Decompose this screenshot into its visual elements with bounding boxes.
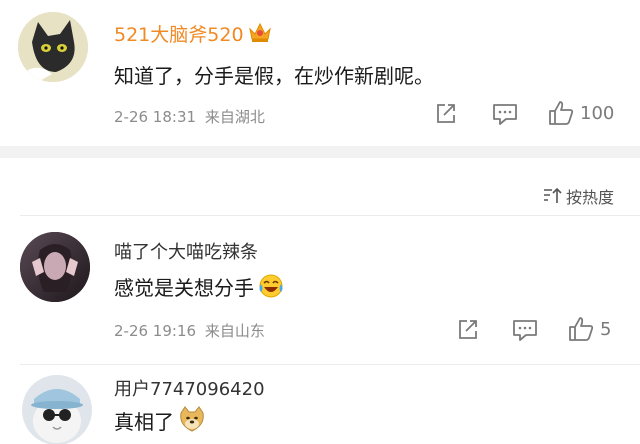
sort-by-hot-button[interactable]: 按热度 xyxy=(542,184,614,208)
avatar[interactable] xyxy=(18,12,88,82)
cat-avatar-icon xyxy=(18,12,88,82)
share-button[interactable] xyxy=(456,318,480,342)
comment-location: 来自山东 xyxy=(204,322,265,340)
sort-label: 按热度 xyxy=(565,188,614,207)
like-count: 5 xyxy=(600,318,612,340)
comment-time: 2-26 19:16 xyxy=(114,322,197,340)
comment-icon xyxy=(493,104,517,125)
reply-button[interactable] xyxy=(492,102,518,126)
doge-emoji xyxy=(178,405,206,438)
comment-text: 感觉是关想分手 xyxy=(114,272,284,304)
reply-button[interactable] xyxy=(512,318,538,342)
comment-meta: 2-26 18:31 来自湖北 xyxy=(114,106,265,127)
thumbs-up-icon xyxy=(569,317,594,341)
comment-item: 用户7747096420 真相了 xyxy=(0,365,640,444)
username[interactable]: 喵了个大喵吃辣条 xyxy=(114,238,258,264)
share-icon xyxy=(459,320,477,339)
sort-icon xyxy=(543,187,562,203)
comment-text: 知道了，分手是假，在炒作新剧呢。 xyxy=(114,64,434,88)
username[interactable]: 521大脑斧520 xyxy=(114,20,272,48)
comment-meta: 2-26 19:16 来自山东 xyxy=(114,320,265,341)
crown-icon xyxy=(248,21,272,48)
comment-item: 521大脑斧520 知道了，分手是假，在炒作新剧呢。 2-26 18:31 来自… xyxy=(0,0,640,146)
like-button[interactable]: 100 xyxy=(548,100,614,126)
thumbs-up-icon xyxy=(549,101,574,125)
avatar[interactable] xyxy=(22,375,92,444)
avatar[interactable] xyxy=(20,232,90,302)
share-button[interactable] xyxy=(434,102,458,126)
comment-time: 2-26 18:31 xyxy=(114,108,197,126)
cat-with-cap-avatar-icon xyxy=(22,375,92,444)
like-count: 100 xyxy=(580,102,615,124)
person-avatar-icon xyxy=(20,232,90,302)
comment-location: 来自湖北 xyxy=(204,108,265,126)
laughing-tears-emoji xyxy=(258,273,284,304)
comment-item: 喵了个大喵吃辣条 感觉是关想分手 2-26 19:16 来自山东 5 xyxy=(0,216,640,362)
section-divider xyxy=(0,146,640,158)
like-button[interactable]: 5 xyxy=(568,316,611,342)
comment-icon xyxy=(513,320,537,341)
username[interactable]: 用户7747096420 xyxy=(114,375,265,401)
share-icon xyxy=(437,104,455,123)
comment-text: 真相了 xyxy=(114,405,206,438)
